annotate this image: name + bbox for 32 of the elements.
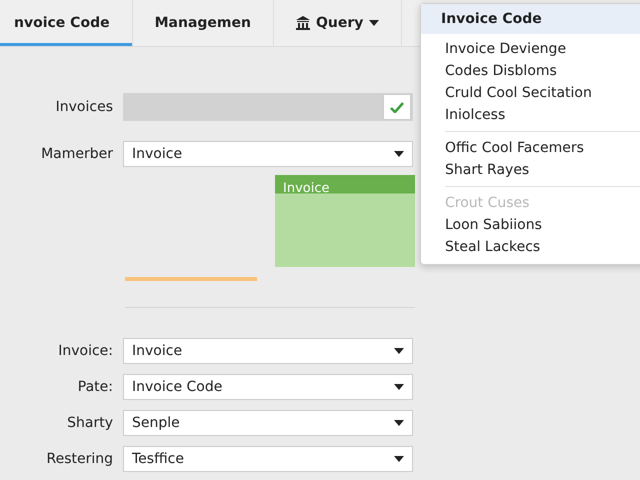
check-icon bbox=[390, 102, 404, 112]
dropdown-field[interactable]: Invoice bbox=[123, 141, 413, 167]
field-label: Mamerber bbox=[40, 146, 113, 162]
menu-item[interactable]: Loon Sabiions bbox=[421, 214, 640, 236]
caret-icon bbox=[394, 348, 404, 354]
field-label: Invoices bbox=[54, 99, 113, 115]
checkbox[interactable] bbox=[383, 94, 411, 120]
bank-icon bbox=[296, 16, 310, 30]
menu-item[interactable]: Offic Cool Facemers bbox=[421, 137, 640, 159]
field-label: Sharty bbox=[66, 415, 113, 431]
dropdown-field[interactable]: Invoice Code bbox=[123, 374, 413, 400]
menu-item[interactable]: Invoice Devienge bbox=[421, 38, 640, 60]
menu-item[interactable]: Shart Rayes bbox=[421, 159, 640, 181]
field-label: Restering bbox=[45, 451, 113, 467]
tab[interactable]: nvoice Code bbox=[0, 0, 133, 46]
menu-item[interactable]: Iniolcess bbox=[421, 104, 640, 126]
menu-item[interactable]: Steal Lackecs bbox=[421, 236, 640, 258]
tab[interactable]: Managemen bbox=[132, 0, 274, 46]
caret-icon bbox=[394, 384, 404, 390]
menu-item[interactable]: Codes Disbloms bbox=[421, 60, 640, 82]
tab[interactable]: Query bbox=[274, 0, 402, 46]
field-label: Pate: bbox=[76, 379, 113, 395]
caret-icon bbox=[394, 151, 404, 157]
caret-icon bbox=[394, 420, 404, 426]
caret-icon bbox=[394, 456, 404, 462]
dropdown-field[interactable]: Tesffice bbox=[123, 446, 413, 472]
dropdown-field[interactable]: Senple bbox=[123, 410, 413, 436]
field-label: Invoice: bbox=[57, 343, 113, 359]
dropdown-field[interactable]: Invoice bbox=[123, 338, 413, 364]
caret-icon bbox=[369, 20, 380, 26]
menu-item[interactable]: Cruld Cool Secitation bbox=[421, 82, 640, 104]
menu-header[interactable]: Invoice Code bbox=[421, 4, 640, 34]
